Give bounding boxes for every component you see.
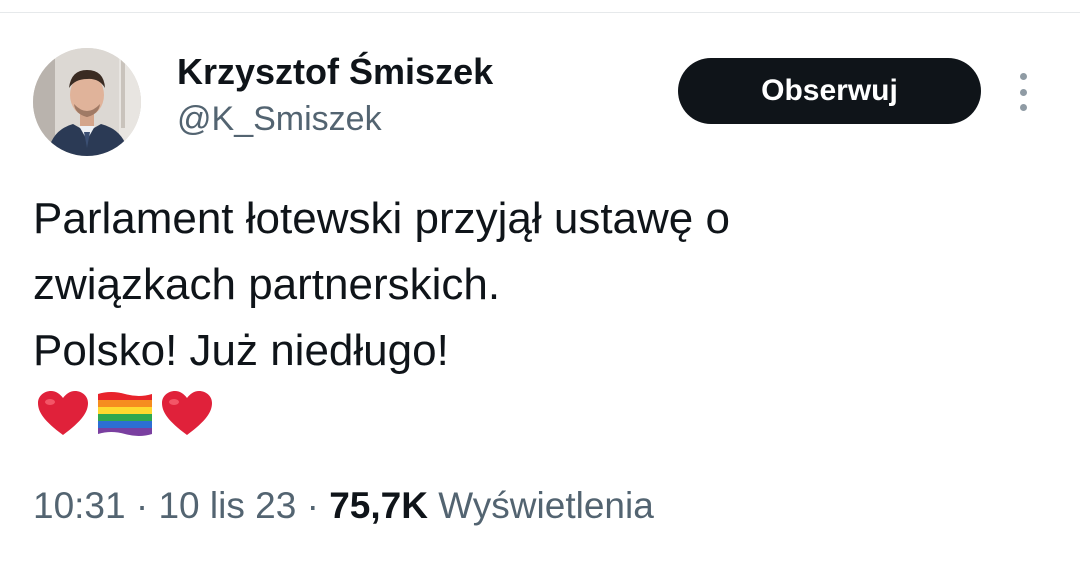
tweet-text: Parlament łotewski przyjął ustawę o zwią…	[33, 186, 1043, 384]
tweet-line: Polsko! Już niedługo!	[33, 326, 449, 375]
more-options-icon[interactable]	[1010, 70, 1036, 114]
red-heart-icon	[162, 391, 212, 435]
more-dot	[1019, 88, 1027, 96]
more-dot	[1019, 104, 1027, 111]
views-count[interactable]: 75,7K	[329, 485, 428, 526]
tweet-time[interactable]: 10:31	[33, 485, 126, 526]
avatar-image	[33, 48, 141, 156]
views-label[interactable]: Wyświetlenia	[438, 485, 654, 526]
author-display-name[interactable]: Krzysztof Śmiszek	[177, 50, 493, 94]
tweet-line: Parlament łotewski przyjął ustawę o	[33, 194, 730, 243]
meta-separator: ·	[135, 485, 149, 526]
avatar[interactable]	[33, 48, 141, 156]
rainbow-flag-icon	[98, 392, 152, 436]
top-divider	[0, 12, 1080, 13]
author-block: Krzysztof Śmiszek @K_Smiszek	[177, 50, 493, 140]
red-heart-icon	[38, 391, 88, 435]
tweet-date[interactable]: 10 lis 23	[158, 485, 296, 526]
more-dot	[1019, 73, 1027, 80]
tweet-meta: 10:31 · 10 lis 23 · 75,7K Wyświetlenia	[33, 482, 654, 530]
emoji-row	[36, 390, 214, 438]
follow-button[interactable]: Obserwuj	[678, 58, 981, 124]
tweet-line: związkach partnerskich.	[33, 260, 501, 309]
author-handle[interactable]: @K_Smiszek	[177, 98, 493, 140]
meta-separator: ·	[306, 485, 319, 526]
